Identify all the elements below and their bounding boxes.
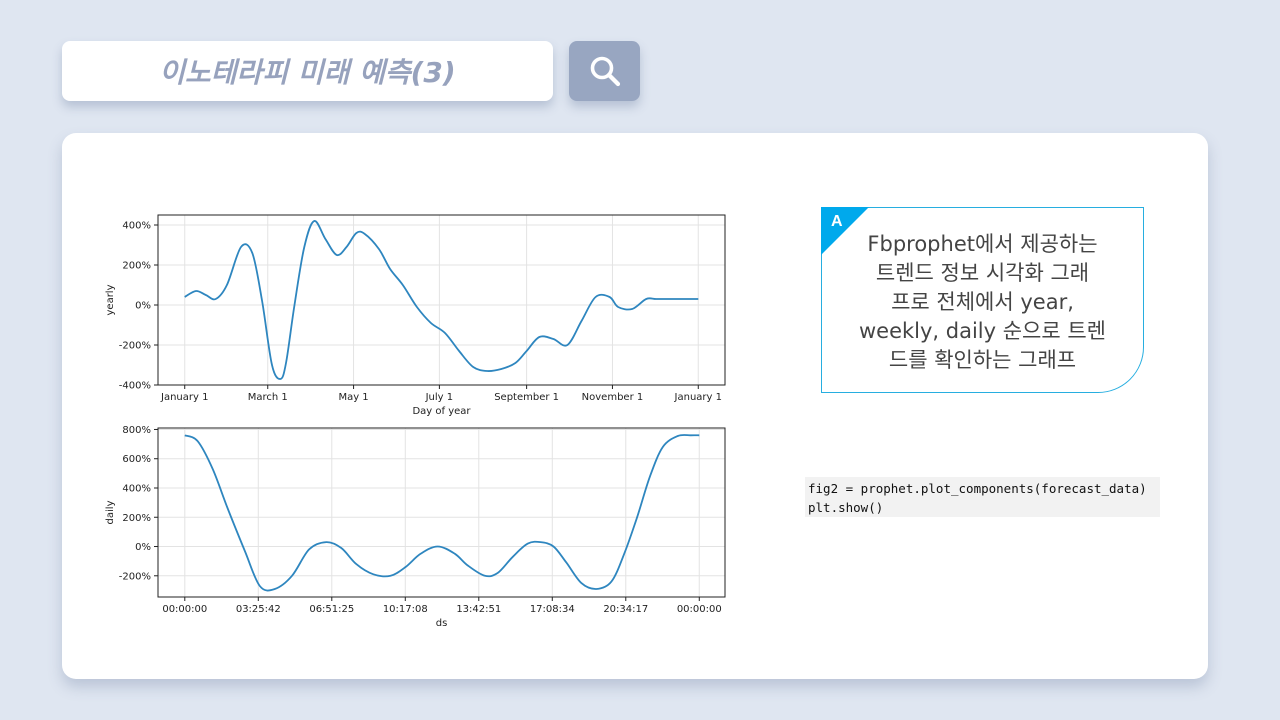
y-tick-label: 600% xyxy=(122,454,151,465)
callout-badge-label: A xyxy=(831,213,843,230)
y-tick-label: 800% xyxy=(122,425,151,436)
y-tick-label: 0% xyxy=(135,542,151,553)
x-tick-label: 06:51:25 xyxy=(309,604,354,615)
x-tick-label: 10:17:08 xyxy=(383,604,428,615)
x-tick-label: May 1 xyxy=(338,392,368,403)
code-line: plt.show() xyxy=(808,500,884,515)
x-tick-label: July 1 xyxy=(425,392,454,403)
x-axis-label: Day of year xyxy=(412,406,471,417)
plot-frame xyxy=(157,427,726,598)
yearly-series-line xyxy=(184,220,699,380)
y-tick-label: 400% xyxy=(122,483,151,494)
y-tick-label: 200% xyxy=(122,261,151,272)
x-tick-label: 20:34:17 xyxy=(603,604,648,615)
callout-text: Fbprophet에서 제공하는 트렌드 정보 시각화 그래 프로 전체에서 y… xyxy=(836,230,1129,375)
x-tick-label: September 1 xyxy=(494,392,559,403)
callout-line: 프로 전체에서 year, xyxy=(891,290,1074,314)
callout-box: A Fbprophet에서 제공하는 트렌드 정보 시각화 그래 프로 전체에서… xyxy=(821,207,1144,393)
x-tick-label: January 1 xyxy=(160,392,208,403)
callout-line: 드를 확인하는 그래프 xyxy=(888,348,1077,372)
y-tick-label: 0% xyxy=(135,301,151,312)
y-tick-label: 200% xyxy=(122,513,151,524)
x-tick-label: March 1 xyxy=(248,392,288,403)
code-block: fig2 = prophet.plot_components(forecast_… xyxy=(805,477,1160,517)
x-tick-label: January 1 xyxy=(674,392,722,403)
y-tick-label: -200% xyxy=(119,571,151,582)
y-axis-label: yearly xyxy=(105,284,116,315)
y-tick-label: 400% xyxy=(122,221,151,232)
y-tick-label: -200% xyxy=(119,341,151,352)
x-tick-label: 03:25:42 xyxy=(236,604,281,615)
y-axis-label: daily xyxy=(105,500,116,524)
x-tick-label: 17:08:34 xyxy=(530,604,575,615)
plot-frame xyxy=(157,214,726,386)
x-tick-label: 13:42:51 xyxy=(456,604,501,615)
callout-line: weekly, daily 순으로 트렌 xyxy=(858,319,1107,343)
code-line: fig2 = prophet.plot_components(forecast_… xyxy=(808,481,1147,496)
x-tick-label: November 1 xyxy=(582,392,644,403)
x-tick-label: 00:00:00 xyxy=(162,604,207,615)
callout-line: 트렌드 정보 시각화 그래 xyxy=(875,261,1090,285)
callout-line: Fbprophet에서 제공하는 xyxy=(867,232,1098,256)
y-tick-label: -400% xyxy=(119,381,151,392)
x-axis-label: ds xyxy=(436,618,448,629)
x-tick-label: 00:00:00 xyxy=(677,604,722,615)
